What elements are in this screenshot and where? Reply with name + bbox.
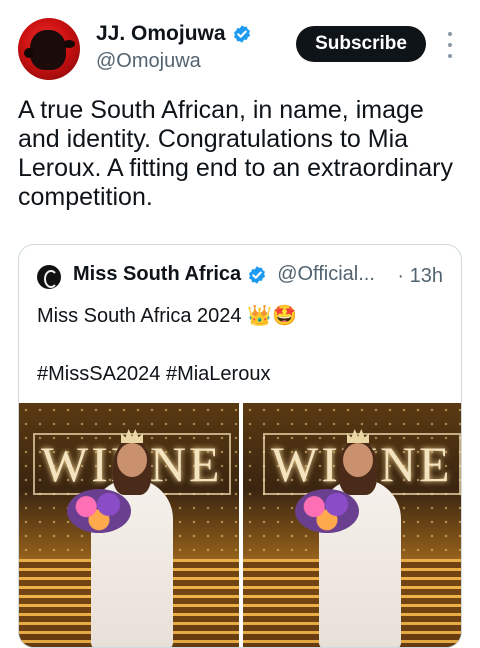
- author-name-row[interactable]: JJ. Omojuwa: [96, 22, 252, 46]
- tweet-text: A true South African, in name, image and…: [18, 96, 453, 211]
- photo-grid: WINNE WINNE: [19, 403, 461, 647]
- avatar-face: [30, 30, 66, 70]
- quoted-hashtags[interactable]: #MissSA2024 #MiaLeroux: [37, 363, 270, 386]
- winner-photo-1[interactable]: WINNE: [19, 403, 239, 647]
- author-display-name[interactable]: JJ. Omojuwa: [96, 22, 226, 46]
- head: [343, 443, 373, 477]
- head: [117, 443, 147, 477]
- avatar-detail: [63, 40, 75, 48]
- subscribe-button[interactable]: Subscribe: [296, 26, 426, 62]
- time-value: 13h: [409, 265, 443, 287]
- quoted-tweet-card[interactable]: Miss South Africa @Official... · 13h Mis…: [18, 244, 462, 648]
- quoted-author-row[interactable]: Miss South Africa @Official...: [73, 263, 375, 286]
- author-handle[interactable]: @Omojuwa: [96, 50, 201, 73]
- more-vertical-icon[interactable]: [444, 32, 456, 58]
- tweet-header: JJ. Omojuwa @Omojuwa Subscribe: [0, 0, 480, 90]
- quoted-tweet-text: Miss South Africa 2024 👑🤩: [37, 305, 297, 327]
- time-separator: ·: [397, 265, 405, 287]
- verified-badge-icon: [249, 265, 266, 284]
- dot: [448, 43, 452, 47]
- dot: [448, 54, 452, 58]
- avatar-detail: [24, 48, 34, 58]
- bouquet: [295, 489, 359, 533]
- quoted-author-handle[interactable]: @Official...: [277, 263, 375, 286]
- author-avatar[interactable]: [18, 18, 80, 80]
- quoted-timestamp[interactable]: · 13h: [397, 265, 443, 288]
- bouquet: [67, 489, 131, 533]
- verified-badge-icon: [233, 25, 250, 43]
- quoted-author-display-name[interactable]: Miss South Africa: [73, 263, 241, 286]
- dot: [448, 32, 452, 36]
- winner-photo-2[interactable]: WINNE: [243, 403, 461, 647]
- quoted-author-avatar[interactable]: [37, 265, 61, 289]
